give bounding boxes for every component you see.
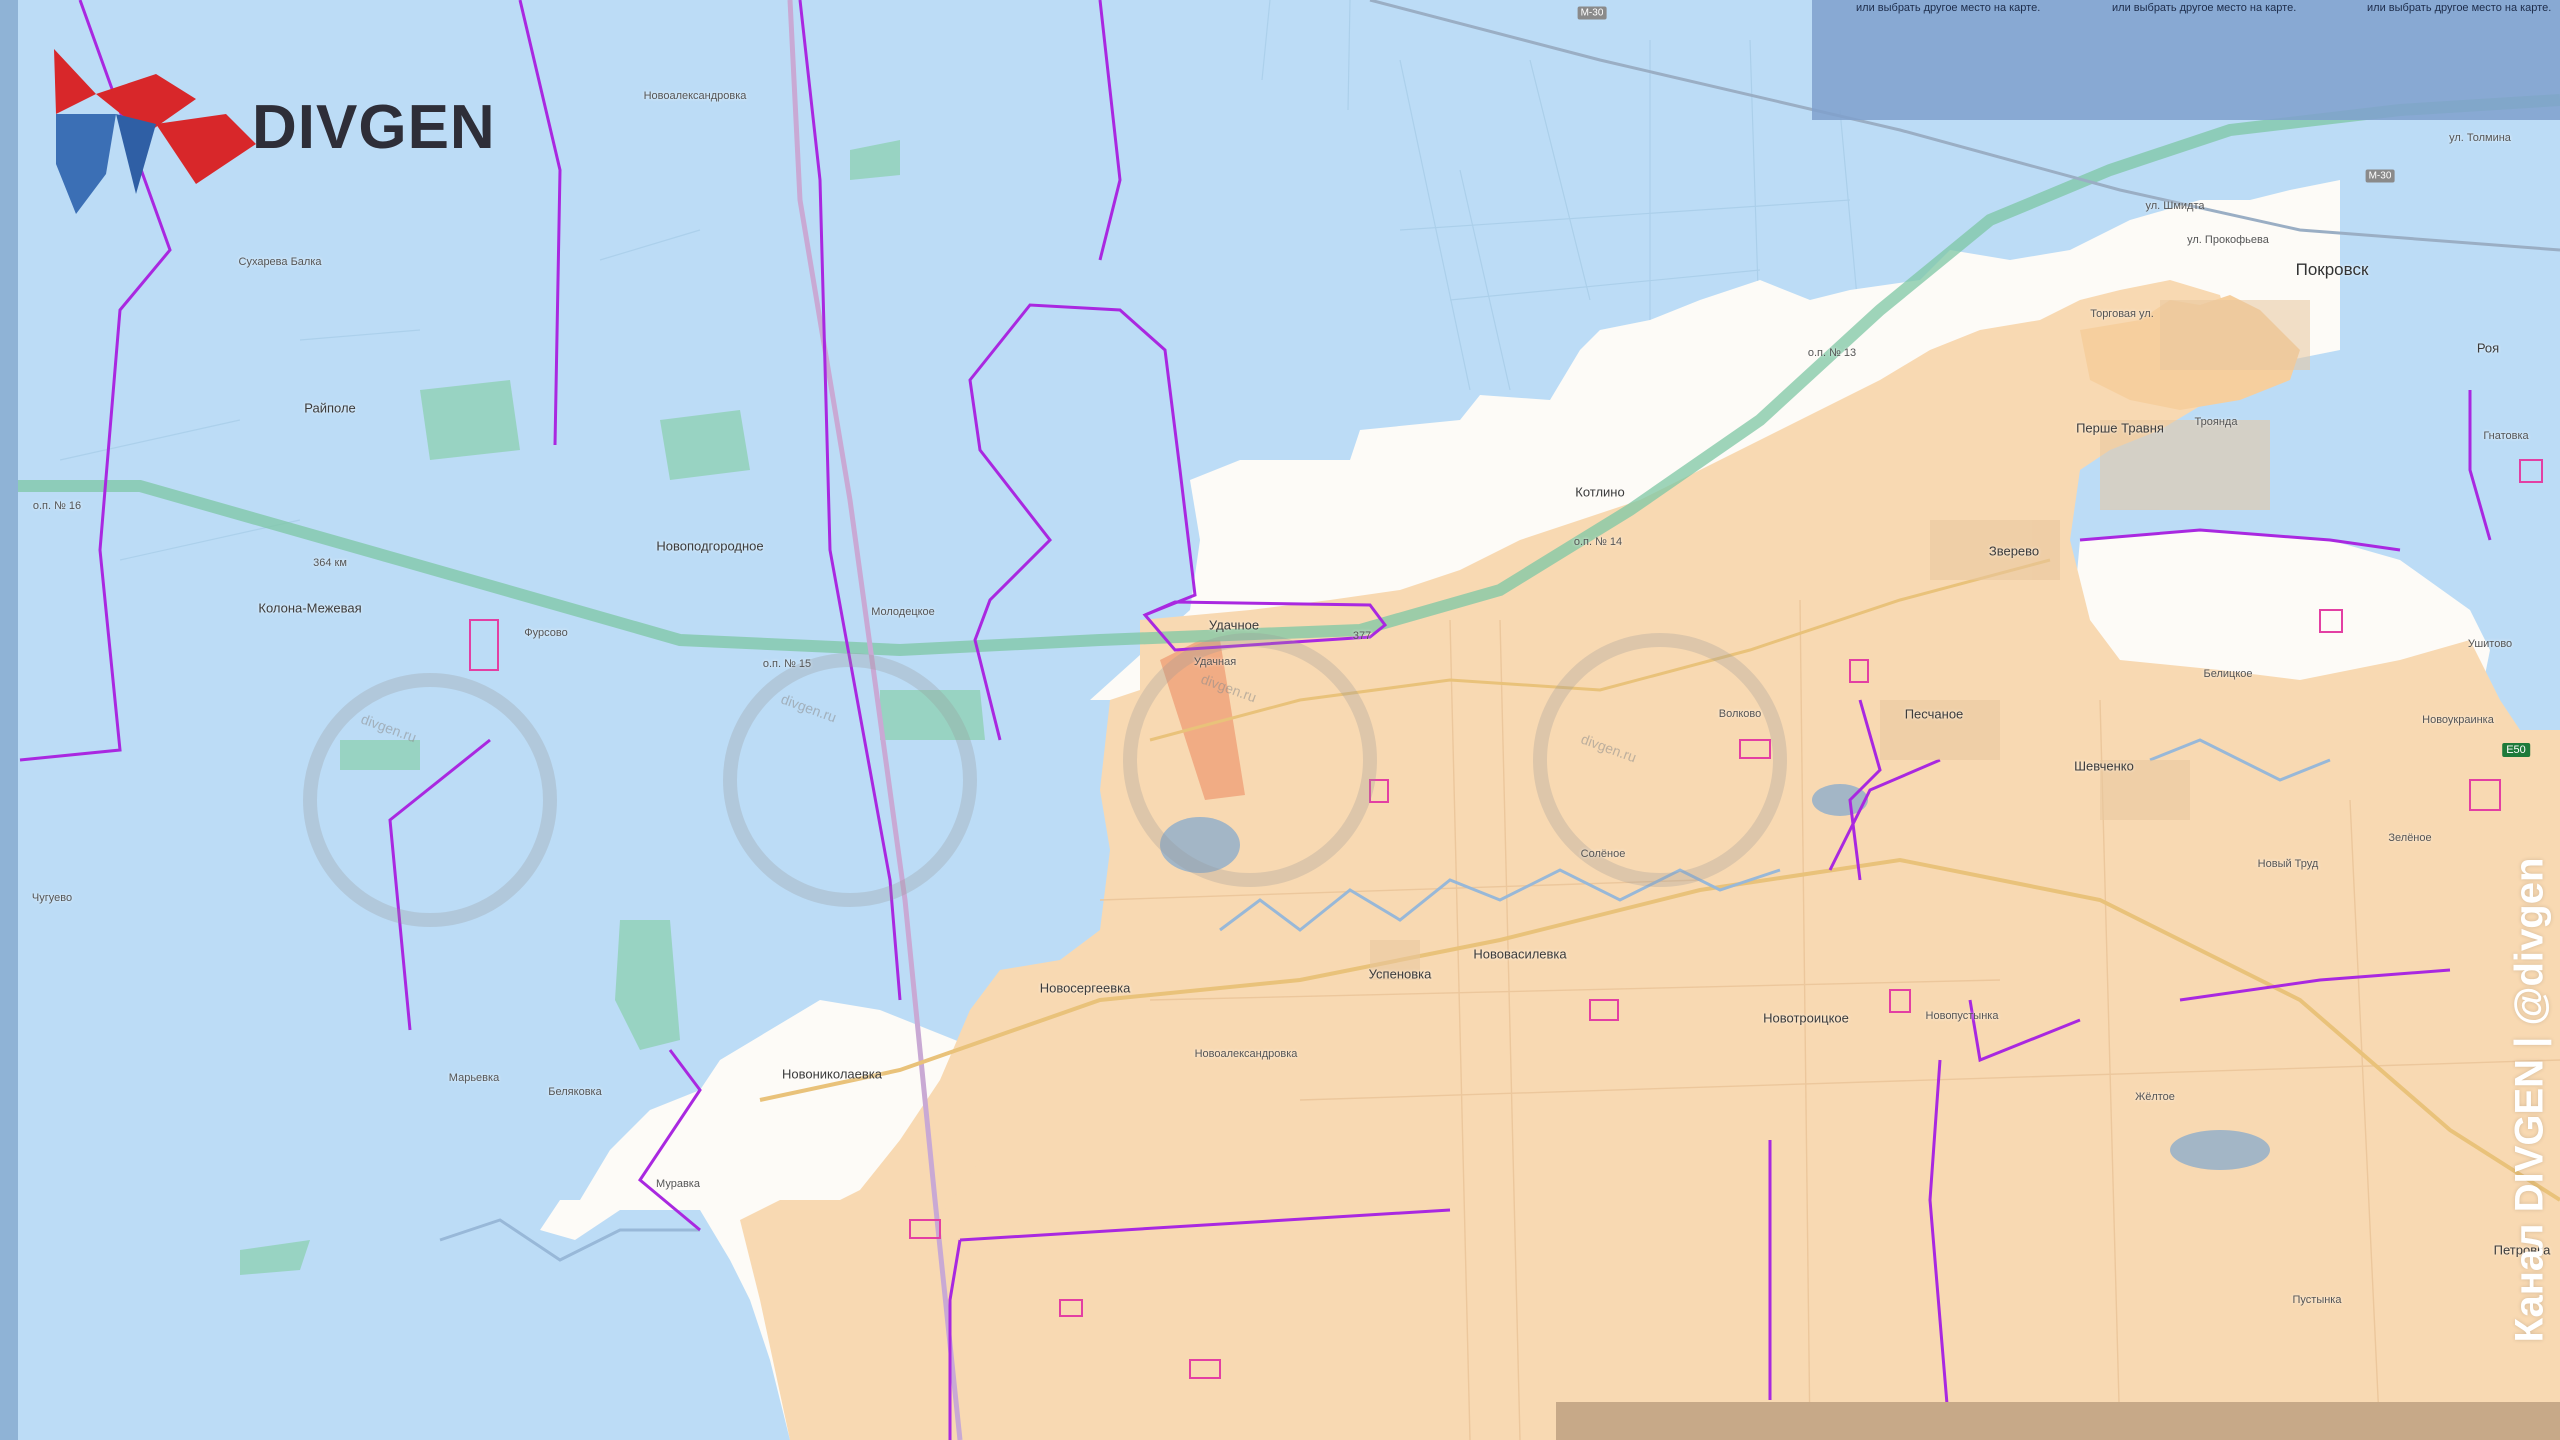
place-label: Новосергеевка [1039,980,1131,996]
logo-text: DIVGEN [252,93,496,162]
place-label: Новоалександровка [1194,1048,1298,1060]
street-label: ул. Шмидта [2145,200,2205,212]
place-label: Молодецкое [871,606,935,618]
place-label: 364 км [313,557,347,569]
place-label: Шевченко [2074,758,2134,774]
place-label: Удачная [1193,656,1237,668]
road-label-e50: E50 [2502,743,2530,757]
channel-label: Канал DIVGEN | @divgen [2507,857,2552,1343]
street-label: ул. Прокофьева [2187,234,2269,246]
place-label: Жёлтое [2135,1091,2175,1103]
place-label: Першe Травня [2076,420,2164,436]
place-label: Колона-Межевая [258,600,362,616]
place-label: Удачное [1208,617,1260,633]
place-label: Роя [2476,340,2500,356]
place-label: Новоподгородное [656,538,764,554]
place-label: Марьевка [448,1072,500,1084]
place-label: Беляковка [548,1086,602,1098]
place-label: Зверево [1988,543,2040,559]
banner-text: или выбрать другое место на карте. [2112,2,2297,14]
road-label-m30: М-30 [2365,169,2395,183]
place-label: Новый Труд [2257,858,2319,870]
place-label: Чугуево [31,892,73,904]
city-label-pokrovsk: Покровск [2295,260,2369,279]
place-label: Белицкое [2203,668,2253,680]
top-banner: или выбрать другое место на карте. или в… [1812,0,2560,120]
place-label: Муравка [656,1178,700,1190]
place-label: 377 [1352,630,1372,642]
banner-text: или выбрать другое место на карте. [1856,2,2041,14]
place-label: Ушитово [2467,638,2513,650]
banner-text: или выбрать другое место на карте. [2367,2,2552,14]
place-label: о.п. № 16 [32,500,82,512]
road-label-m30: М-30 [1577,6,1607,20]
place-label: Волково [1718,708,1762,720]
place-label: Троянда [2194,416,2238,428]
street-label: ул. Толмина [2449,132,2511,144]
place-label: Успеновка [1368,966,1432,982]
place-label: о.п. № 13 [1807,347,1857,359]
place-label: Зелёное [2388,832,2432,844]
place-label: о.п. № 14 [1573,536,1623,548]
place-label: Нововасилевка [1473,946,1567,962]
left-edge-strip [0,0,18,1440]
place-label: Песчаное [1904,706,1964,722]
place-label: Гнатовка [2483,430,2529,442]
place-label: о.п. № 15 [762,658,812,670]
place-label: Фурсово [524,627,568,639]
place-label: Новониколаевка [782,1066,882,1082]
bottom-bar [1556,1402,2560,1440]
place-label: Солёное [1580,848,1626,860]
place-label: Пустынка [2292,1294,2342,1306]
place-label: Торговая ул. [2090,308,2154,320]
place-label: Райполе [304,400,356,416]
place-label: Сухарева Балка [238,256,322,268]
place-label: Новотроицкое [1763,1010,1849,1026]
place-label: Новопустынка [1925,1010,1999,1022]
place-label: Новоалександровка [643,90,747,102]
place-label: Новоукраинка [2422,714,2494,726]
place-label: Котлино [1575,484,1625,500]
